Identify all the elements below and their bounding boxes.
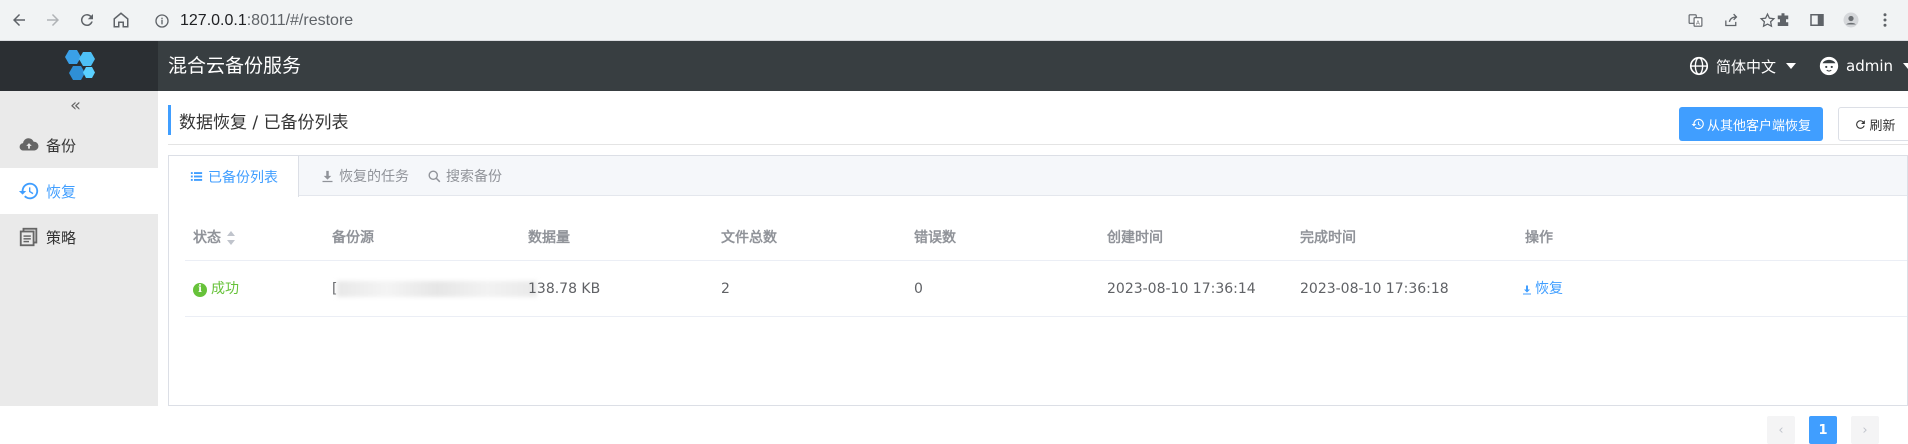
column-header-errors: 错误数	[914, 230, 956, 246]
backup-list-card: 已备份列表 恢复的任务 搜索备份 状态 备份源 数据量 文件总数 错误数 创建时…	[168, 155, 1908, 444]
user-menu[interactable]: admin	[1818, 41, 1908, 91]
status-cell: i 成功	[193, 262, 239, 317]
breadcrumb-text: 数据恢复 / 已备份列表	[179, 113, 349, 133]
button-label: 从其他客户端恢复	[1706, 118, 1811, 134]
reload-icon[interactable]	[72, 5, 102, 35]
user-avatar-icon	[1819, 56, 1839, 76]
sidebar-item-label: 备份	[46, 136, 77, 155]
download-icon	[1523, 285, 1531, 294]
sidebar-item-backup[interactable]: 备份	[0, 122, 158, 168]
download-icon	[322, 170, 333, 182]
url-path: :8011/#/restore	[246, 11, 354, 29]
tab-label: 恢复的任务	[339, 169, 409, 185]
sidebar-item-restore[interactable]: 恢复	[0, 168, 158, 214]
browser-menu-icon[interactable]	[1870, 5, 1900, 35]
breadcrumb: 数据恢复 / 已备份列表	[168, 105, 1908, 135]
language-selector[interactable]: 简体中文	[1688, 41, 1797, 91]
column-header-created: 创建时间	[1107, 230, 1163, 246]
policy-icon	[19, 227, 38, 247]
column-header-status[interactable]: 状态	[193, 216, 235, 261]
url-text: 127.0.0.1:8011/#/restore	[180, 12, 353, 30]
extensions-icon[interactable]	[1768, 5, 1798, 35]
app-title: 混合云备份服务	[168, 55, 302, 77]
username: admin	[1846, 57, 1893, 75]
app-header: 混合云备份服务 简体中文 admin	[0, 41, 1908, 91]
column-header-file-count: 文件总数	[721, 230, 777, 246]
home-icon[interactable]	[106, 5, 136, 35]
history-icon	[1691, 118, 1704, 130]
column-header-source: 备份源	[332, 230, 374, 246]
site-info-icon[interactable]	[152, 11, 172, 31]
side-panel-icon[interactable]	[1802, 5, 1832, 35]
tab-label: 已备份列表	[208, 169, 278, 186]
size-cell: 138.78 KB	[528, 281, 601, 297]
browser-toolbar: 127.0.0.1:8011/#/restore A	[0, 0, 1908, 41]
main-content: 数据恢复 / 已备份列表 从其他客户端恢复 刷新 已备份列表 恢复的任务 搜索备…	[158, 91, 1908, 444]
translate-icon[interactable]: A	[1680, 5, 1710, 35]
column-label: 状态	[193, 230, 221, 246]
actions-cell: 恢复	[1521, 262, 1563, 317]
sidebar: « 备份 恢复 策略	[0, 91, 158, 406]
forward-icon[interactable]	[38, 5, 68, 35]
svg-text:A: A	[1696, 20, 1700, 26]
divider	[168, 144, 1908, 145]
refresh-icon	[1856, 119, 1866, 129]
sidebar-item-label: 恢复	[46, 182, 77, 201]
sort-caret-icon[interactable]	[227, 231, 235, 245]
back-icon[interactable]	[4, 5, 34, 35]
status-badge: i 成功	[193, 262, 239, 317]
next-page-button[interactable]: ›	[1851, 416, 1879, 444]
restore-from-other-client-button[interactable]: 从其他客户端恢复	[1679, 107, 1823, 141]
column-header-finished: 完成时间	[1300, 230, 1356, 246]
finished-cell: 2023-08-10 17:36:18	[1300, 281, 1449, 297]
prev-page-button[interactable]: ‹	[1767, 416, 1795, 444]
app-logo[interactable]	[0, 41, 158, 91]
status-text: 成功	[211, 281, 239, 297]
restore-link[interactable]: 恢复	[1521, 262, 1563, 317]
globe-icon	[1689, 56, 1709, 76]
address-bar[interactable]: 127.0.0.1:8011/#/restore	[140, 5, 1780, 36]
tab-label: 搜索备份	[446, 169, 502, 185]
column-header-actions: 操作	[1525, 230, 1553, 246]
page-number-button[interactable]: 1	[1809, 416, 1837, 444]
collapse-sidebar-icon[interactable]: «	[70, 95, 81, 116]
file-count-cell: 2	[721, 281, 730, 297]
url-host: 127.0.0.1	[180, 11, 247, 29]
restore-link-label: 恢复	[1535, 281, 1563, 297]
chevron-down-icon	[1786, 63, 1797, 69]
sidebar-item-label: 策略	[46, 228, 77, 247]
history-icon	[18, 182, 39, 200]
tab-backup-list[interactable]: 已备份列表	[169, 156, 299, 197]
language-label: 简体中文	[1716, 57, 1777, 76]
info-circle-icon: i	[193, 282, 207, 297]
profile-avatar-icon[interactable]	[1836, 5, 1866, 35]
column-header-size: 数据量	[528, 230, 570, 246]
table-row[interactable]: i 成功 [ 138.78 KB 2 0 2023-08-10 17:36:14…	[185, 262, 1907, 317]
share-icon[interactable]	[1716, 5, 1746, 35]
sidebar-item-policy[interactable]: 策略	[0, 214, 158, 260]
button-label: 刷新	[1869, 118, 1896, 134]
chevron-down-icon	[1903, 63, 1908, 69]
tab-search-backup[interactable]: 搜索备份	[407, 156, 522, 196]
hexagon-logo-icon	[65, 50, 95, 80]
list-icon	[190, 172, 203, 181]
tab-bar: 已备份列表 恢复的任务 搜索备份	[169, 156, 1907, 197]
table-header: 状态 备份源 数据量 文件总数 错误数 创建时间 完成时间 操作	[185, 216, 1907, 261]
refresh-button[interactable]: 刷新	[1838, 107, 1908, 141]
search-icon	[428, 170, 441, 182]
redacted-source	[337, 281, 538, 297]
cloud-upload-icon	[19, 138, 39, 151]
errors-cell: 0	[914, 281, 923, 297]
source-cell: [	[332, 262, 538, 317]
created-cell: 2023-08-10 17:36:14	[1107, 281, 1256, 297]
